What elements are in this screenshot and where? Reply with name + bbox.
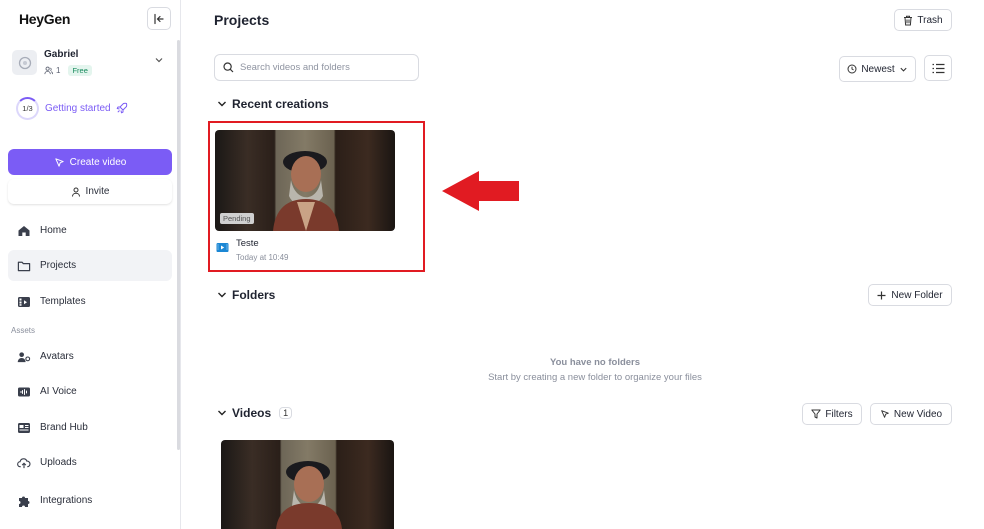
- folders-heading: Folders: [232, 288, 276, 302]
- sidebar-item-label: Brand Hub: [40, 422, 88, 433]
- video-grid-thumbnail[interactable]: [221, 440, 394, 529]
- user-icon: [71, 187, 80, 197]
- sidebar-item-templates[interactable]: Templates: [8, 286, 172, 317]
- sidebar-item-projects[interactable]: Projects: [8, 250, 172, 281]
- cloud-upload-icon: [17, 456, 31, 470]
- red-arrow-annotation: [442, 171, 519, 211]
- list-view-icon: [932, 63, 944, 73]
- recent-creations-toggle[interactable]: Recent creations: [217, 97, 329, 111]
- collapse-sidebar-button[interactable]: [147, 7, 171, 30]
- filters-button[interactable]: Filters: [802, 403, 862, 425]
- progress-ring: 1/3: [16, 96, 39, 120]
- videos-toggle[interactable]: Videos 1: [217, 406, 293, 420]
- folder-icon: [17, 259, 31, 273]
- plan-badge: Free: [68, 65, 92, 76]
- recent-creations-heading: Recent creations: [232, 97, 329, 111]
- account-meta: 1 Free: [44, 65, 92, 76]
- new-folder-label: New Folder: [891, 289, 943, 301]
- chevron-down-icon: [218, 101, 226, 107]
- brand-hub-icon: [17, 421, 31, 435]
- page-title: Projects: [214, 12, 270, 28]
- empty-folders-subtitle: Start by creating a new folder to organi…: [488, 372, 702, 383]
- sidebar-scrollbar[interactable]: [177, 40, 180, 450]
- sort-selected-value: Newest: [861, 63, 895, 75]
- templates-icon: [17, 295, 31, 309]
- avatar-placeholder-icon: [18, 56, 31, 69]
- members-icon: [44, 66, 53, 75]
- list-view-button[interactable]: [924, 55, 952, 81]
- search-input[interactable]: [240, 62, 410, 73]
- empty-folders-title: You have no folders: [549, 357, 641, 368]
- sidebar-item-label: Integrations: [40, 495, 93, 506]
- plus-icon: [877, 291, 886, 299]
- avatars-icon: [17, 350, 31, 364]
- app-window: HeyGen Gabriel 1 Free 1/3 Getting starte…: [0, 0, 984, 529]
- sidebar-item-home[interactable]: Home: [8, 215, 172, 246]
- sidebar-item-integrations[interactable]: Integrations: [8, 485, 172, 516]
- collapse-left-icon: [154, 13, 164, 24]
- main-content: Projects Trash Newest Recent creations: [181, 0, 984, 529]
- sidebar-item-brand-hub[interactable]: Brand Hub: [8, 412, 172, 443]
- videos-count-badge: 1: [279, 407, 293, 419]
- folders-toggle[interactable]: Folders: [217, 288, 275, 302]
- video-thumbnail-image: [276, 461, 342, 529]
- clock-icon: [847, 64, 857, 74]
- puzzle-icon: [17, 494, 31, 508]
- create-video-button[interactable]: Create video: [8, 149, 172, 175]
- member-count: 1: [56, 66, 61, 75]
- sidebar-item-label: Home: [40, 225, 67, 236]
- sort-dropdown[interactable]: Newest: [839, 56, 916, 82]
- avatar: [12, 50, 37, 75]
- sidebar-item-label: Uploads: [40, 457, 77, 468]
- account-name: Gabriel: [44, 49, 79, 60]
- highlight-box: [208, 121, 425, 272]
- sidebar-item-avatars[interactable]: Avatars: [8, 341, 172, 372]
- chevron-down-icon: [900, 67, 907, 72]
- voice-icon: [17, 385, 31, 399]
- filter-icon: [811, 409, 822, 419]
- chevron-down-icon: [218, 292, 226, 298]
- sidebar-item-label: Projects: [40, 260, 77, 271]
- invite-button[interactable]: Invite: [8, 179, 172, 204]
- new-folder-button[interactable]: New Folder: [868, 284, 952, 306]
- cursor-icon: [881, 410, 889, 418]
- filters-label: Filters: [825, 408, 853, 420]
- sidebar-item-label: Avatars: [40, 351, 74, 362]
- trash-icon: [904, 15, 913, 25]
- account-switcher[interactable]: Gabriel 1 Free: [12, 48, 170, 78]
- getting-started-link[interactable]: 1/3 Getting started: [16, 96, 128, 120]
- videos-heading: Videos: [232, 406, 272, 420]
- sidebar-item-label: AI Voice: [40, 386, 77, 397]
- create-video-label: Create video: [69, 156, 127, 168]
- sidebar-item-ai-voice[interactable]: AI Voice: [8, 376, 172, 407]
- trash-label: Trash: [917, 14, 943, 26]
- invite-label: Invite: [85, 186, 110, 197]
- chevron-down-icon: [218, 410, 226, 416]
- trash-button[interactable]: Trash: [894, 9, 952, 31]
- sidebar: HeyGen Gabriel 1 Free 1/3 Getting starte…: [0, 0, 181, 529]
- chevron-down-icon: [155, 58, 163, 63]
- sidebar-item-uploads[interactable]: Uploads: [8, 447, 172, 478]
- cursor-icon: [54, 157, 64, 167]
- new-video-button[interactable]: New Video: [870, 403, 952, 425]
- assets-section-label: Assets: [11, 326, 36, 335]
- new-video-label: New Video: [893, 408, 943, 420]
- search-icon: [223, 62, 234, 73]
- heygen-logo[interactable]: HeyGen: [19, 11, 70, 27]
- rocket-icon: [116, 102, 127, 114]
- home-icon: [17, 224, 31, 238]
- search-box[interactable]: [214, 54, 419, 81]
- sidebar-item-label: Templates: [40, 296, 86, 307]
- getting-started-label: Getting started: [45, 102, 111, 114]
